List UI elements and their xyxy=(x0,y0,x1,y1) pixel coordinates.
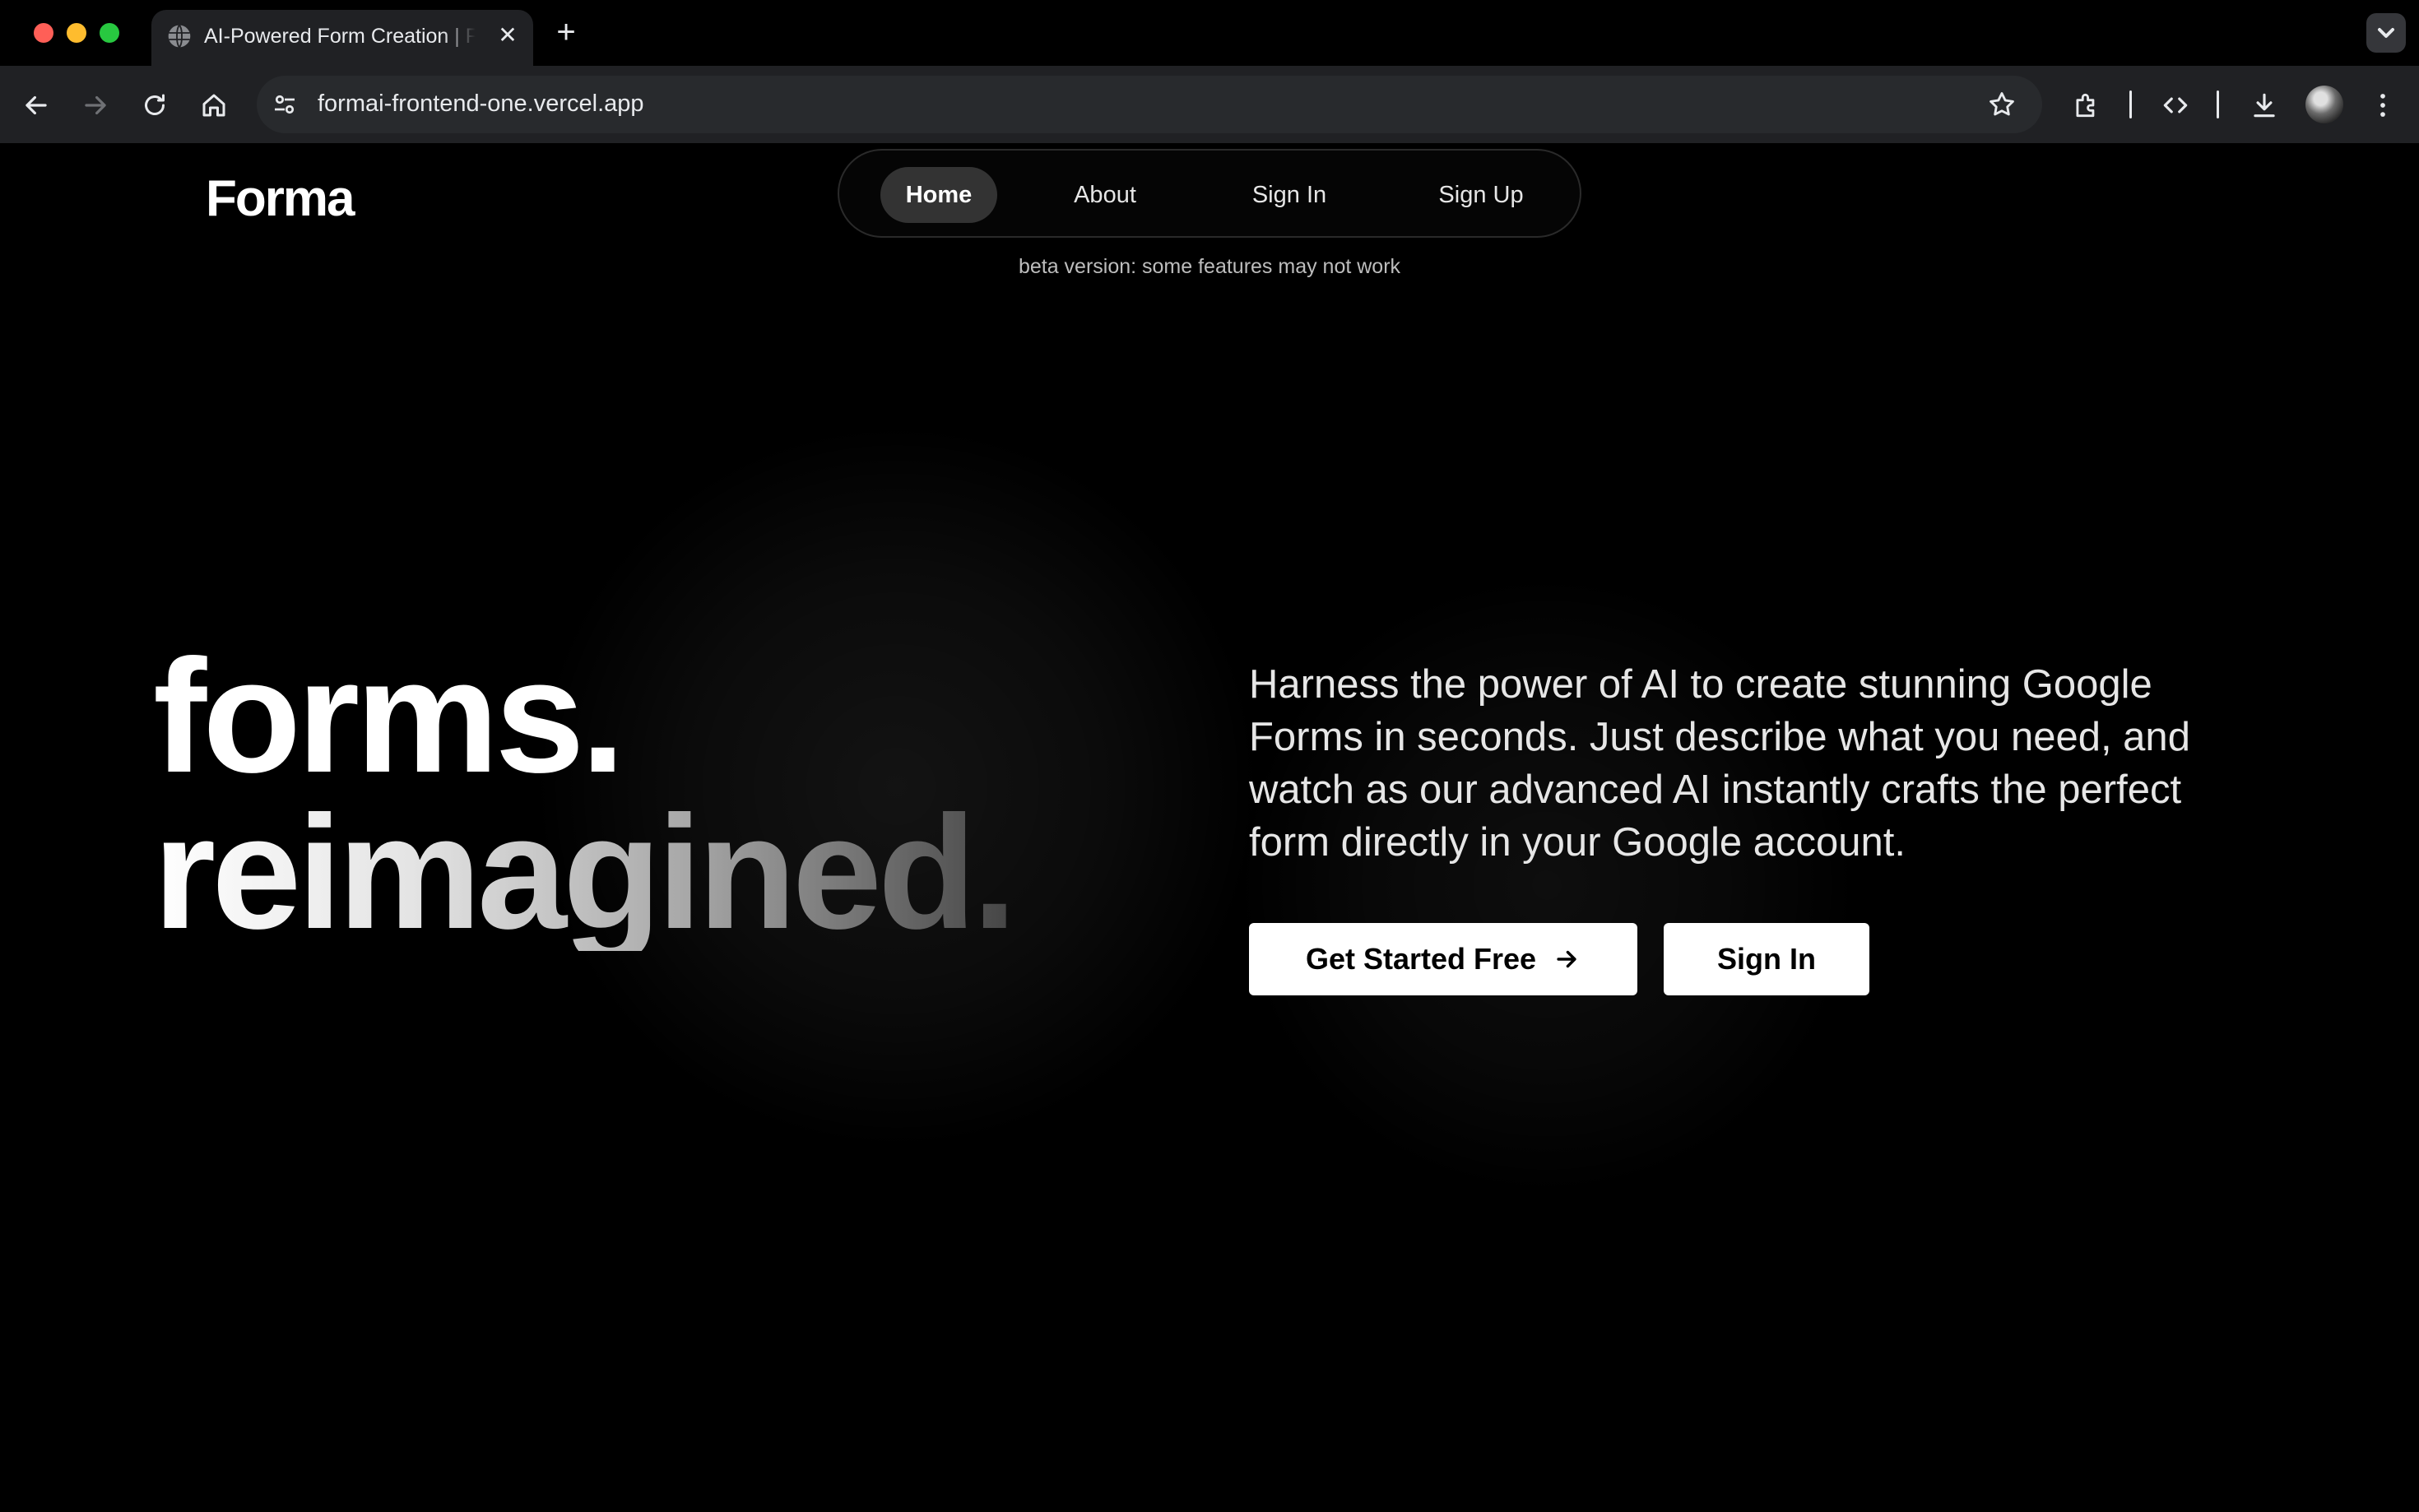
chevron-down-icon xyxy=(2378,28,2394,38)
browser-menu-button[interactable] xyxy=(2363,86,2403,125)
arrow-right-icon xyxy=(85,95,106,115)
headline-line-1: forms. xyxy=(153,626,625,806)
minimize-window-button[interactable] xyxy=(67,23,86,43)
code-icon xyxy=(2163,97,2188,114)
browser-chrome: AI-Powered Form Creation | Forma ✕ + xyxy=(0,0,2419,143)
beta-notice: beta version: some features may not work xyxy=(1018,255,1401,278)
downloads-button[interactable] xyxy=(2245,86,2284,125)
browser-tab-active[interactable]: AI-Powered Form Creation | Forma ✕ xyxy=(151,10,533,66)
nav-item-home[interactable]: Home xyxy=(880,167,997,223)
profile-avatar[interactable] xyxy=(2305,86,2343,123)
more-vertical-icon xyxy=(2380,94,2385,117)
tab-strip: AI-Powered Form Creation | Forma ✕ + xyxy=(0,0,2419,66)
back-button[interactable] xyxy=(16,86,56,125)
reload-icon xyxy=(145,94,165,115)
close-tab-icon[interactable]: ✕ xyxy=(494,21,522,49)
sign-in-label: Sign In xyxy=(1717,942,1816,976)
address-bar[interactable]: formai-frontend-one.vercel.app xyxy=(257,76,2042,133)
puzzle-icon xyxy=(2076,93,2095,118)
site-logo[interactable]: Forma xyxy=(206,169,355,228)
nav-item-sign-in[interactable]: Sign In xyxy=(1219,167,1359,223)
site-settings-icon[interactable] xyxy=(270,90,299,119)
arrow-left-icon xyxy=(26,95,47,115)
home-icon xyxy=(202,94,225,117)
download-icon xyxy=(2254,93,2275,118)
url-text: formai-frontend-one.vercel.app xyxy=(318,90,644,117)
get-started-button[interactable]: Get Started Free xyxy=(1249,923,1637,995)
browser-toolbar: formai-frontend-one.vercel.app xyxy=(0,66,2419,143)
page-viewport: Forma Home About Sign In Sign Up beta ve… xyxy=(0,145,2419,1512)
toolbar-divider xyxy=(2129,90,2132,118)
nav-item-sign-up[interactable]: Sign Up xyxy=(1407,167,1555,223)
tab-title: AI-Powered Form Creation | Forma xyxy=(204,25,476,48)
get-started-label: Get Started Free xyxy=(1305,942,1537,976)
hero-headline: forms. reimagined. xyxy=(153,626,1017,962)
bookmark-star-icon[interactable] xyxy=(1986,89,2017,120)
home-button[interactable] xyxy=(194,86,234,125)
extensions-button[interactable] xyxy=(2067,86,2106,125)
nav-item-about[interactable]: About xyxy=(1052,167,1158,223)
toolbar-divider xyxy=(2217,90,2219,118)
close-window-button[interactable] xyxy=(34,23,53,43)
tab-search-button[interactable] xyxy=(2366,13,2406,53)
main-nav: Home About Sign In Sign Up xyxy=(838,149,1581,238)
hero-description: Harness the power of AI to create stunni… xyxy=(1249,662,2190,865)
devtools-button[interactable] xyxy=(2156,86,2195,125)
maximize-window-button[interactable] xyxy=(100,23,119,43)
reload-button[interactable] xyxy=(135,86,174,125)
new-tab-button[interactable]: + xyxy=(550,16,583,49)
arrow-right-icon xyxy=(1557,950,1576,968)
sign-in-button[interactable]: Sign In xyxy=(1664,923,1869,995)
headline-line-2: reimagined. xyxy=(153,782,1017,962)
forward-button[interactable] xyxy=(76,86,115,125)
globe-icon xyxy=(168,25,191,48)
